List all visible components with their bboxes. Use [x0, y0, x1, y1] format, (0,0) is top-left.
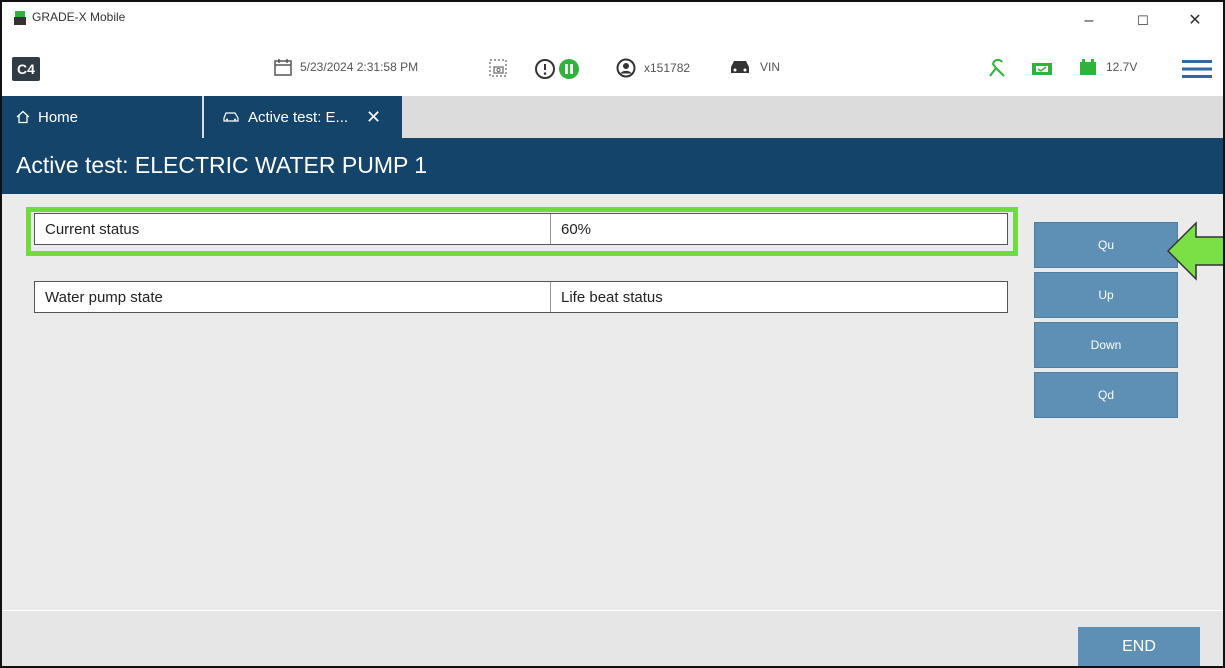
maximize-button[interactable]: ☐ [1128, 8, 1158, 34]
toolbar: C4 5/23/2024 2:31:58 PM x151782 VIN 12.7… [2, 46, 1223, 94]
vci-device-icon[interactable] [1030, 60, 1054, 78]
down-button[interactable]: Down [1034, 322, 1178, 368]
battery-voltage: 12.7V [1106, 60, 1138, 74]
content-area: Current status 60% Water pump state Life… [2, 194, 1223, 610]
tab-active-test[interactable]: Active test: E... ✕ [204, 96, 402, 138]
home-icon [16, 110, 30, 124]
screenshot-icon[interactable] [488, 58, 508, 78]
tab-active-test-label: Active test: E... [248, 108, 349, 126]
c4-logo[interactable]: C4 [12, 57, 40, 81]
table-row: Current status 60% [34, 213, 1008, 245]
footer-bar: END [2, 610, 1223, 666]
tab-home-label: Home [38, 108, 79, 126]
row-value: Life beat status [561, 288, 663, 306]
qd-button[interactable]: Qd [1034, 372, 1178, 418]
row-name: Current status [35, 214, 551, 244]
pointer-arrow-icon [1166, 221, 1223, 281]
datetime-display: 5/23/2024 2:31:58 PM [274, 58, 418, 76]
vin-display[interactable]: VIN [728, 58, 780, 76]
tab-home[interactable]: Home [2, 96, 202, 138]
app-window: GRADE-X Mobile – ☐ ✕ C4 5/23/2024 2:31:5… [0, 0, 1225, 668]
end-button[interactable]: END [1078, 627, 1200, 666]
app-logo-icon [14, 11, 26, 25]
menu-icon[interactable] [1182, 59, 1212, 79]
datetime-text: 5/23/2024 2:31:58 PM [300, 60, 419, 74]
car-icon [223, 112, 239, 122]
qu-button[interactable]: Qu [1034, 222, 1178, 268]
user-display[interactable]: x151782 [616, 58, 690, 78]
app-title: GRADE-X Mobile [32, 10, 126, 24]
minimize-button[interactable]: – [1074, 8, 1104, 34]
close-window-button[interactable]: ✕ [1180, 8, 1210, 34]
page-header: Active test: ELECTRIC WATER PUMP 1 [2, 138, 1223, 194]
user-icon [616, 58, 636, 78]
row-value: 60% [561, 220, 592, 238]
battery-display: 12.7V [1078, 58, 1137, 76]
pause-icon[interactable] [558, 58, 580, 80]
connection-icon[interactable] [986, 58, 1008, 80]
battery-icon [1080, 59, 1096, 75]
tab-bar: Home Active test: E... ✕ [2, 96, 1223, 138]
vin-label: VIN [760, 60, 781, 74]
table-row: Water pump state Life beat status [34, 281, 1008, 313]
up-button[interactable]: Up [1034, 272, 1178, 318]
title-bar: GRADE-X Mobile – ☐ ✕ [2, 2, 1223, 42]
alert-icon[interactable] [534, 58, 556, 80]
calendar-icon [274, 59, 292, 76]
row-name: Water pump state [35, 282, 551, 312]
car-icon [731, 61, 749, 73]
user-id: x151782 [644, 61, 691, 75]
page-title: Active test: ELECTRIC WATER PUMP 1 [16, 152, 428, 178]
tab-close-icon[interactable]: ✕ [366, 107, 381, 128]
